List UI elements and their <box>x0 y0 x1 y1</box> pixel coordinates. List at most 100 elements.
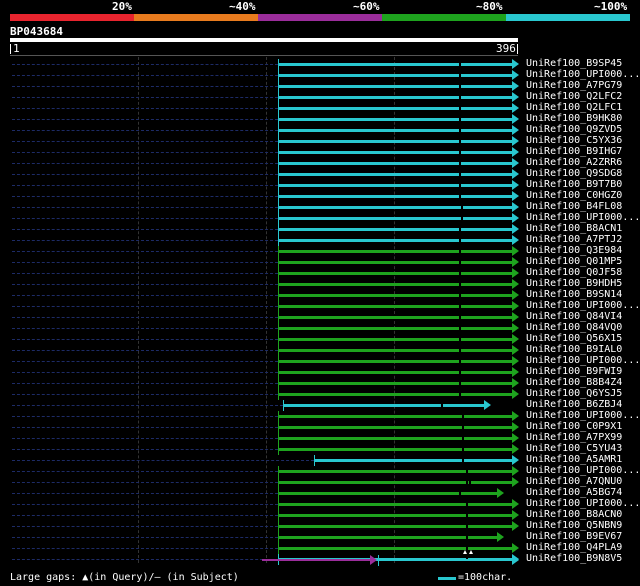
hit-bar[interactable] <box>278 114 519 125</box>
hit-bar[interactable] <box>278 136 519 147</box>
hit-label[interactable]: UniRef100_Q01MP5 <box>526 256 622 267</box>
hit-bar[interactable] <box>278 268 519 279</box>
partial-hit-bar[interactable] <box>262 555 377 565</box>
hit-label[interactable]: UniRef100_UPI000... <box>526 410 640 421</box>
hit-bar[interactable] <box>278 477 519 488</box>
hit-label[interactable]: UniRef100_Q4PLA9 <box>526 542 622 553</box>
arrow-icon <box>512 334 519 344</box>
hit-label[interactable]: UniRef100_UPI000... <box>526 212 640 223</box>
hit-label[interactable]: UniRef100_C5YX36 <box>526 135 622 146</box>
hit-label[interactable]: UniRef100_UPI000... <box>526 69 640 80</box>
hit-bar[interactable] <box>278 422 519 433</box>
hit-bar[interactable] <box>278 499 519 510</box>
hit-bar[interactable] <box>278 521 519 532</box>
query-title[interactable]: BP043684 <box>10 25 63 38</box>
hit-bar[interactable] <box>278 488 504 499</box>
unaligned-region <box>12 482 278 484</box>
hit-label[interactable]: UniRef100_Q56X15 <box>526 333 622 344</box>
hit-bar[interactable] <box>278 59 519 70</box>
hit-bar[interactable] <box>278 356 519 367</box>
hit-bar[interactable] <box>278 301 519 312</box>
hit-bar[interactable] <box>314 455 519 466</box>
hit-bar[interactable] <box>278 158 519 169</box>
hit-bar[interactable] <box>278 147 519 158</box>
hit-bar[interactable] <box>278 70 519 81</box>
hit-bar[interactable] <box>278 235 519 246</box>
hit-label[interactable]: UniRef100_Q5NBN9 <box>526 520 622 531</box>
hit-bar[interactable] <box>283 400 491 411</box>
hit-label[interactable]: UniRef100_B9FWI9 <box>526 366 622 377</box>
hit-label[interactable]: UniRef100_B9T7B0 <box>526 179 622 190</box>
hit-label[interactable]: UniRef100_UPI000... <box>526 300 640 311</box>
hit-label[interactable]: UniRef100_Q2LFC2 <box>526 91 622 102</box>
hit-bar[interactable] <box>278 510 519 521</box>
hit-label[interactable]: UniRef100_A7PG79 <box>526 80 622 91</box>
hit-bar[interactable] <box>278 257 519 268</box>
hit-label[interactable]: UniRef100_Q0JF58 <box>526 267 622 278</box>
hit-label[interactable]: UniRef100_UPI000... <box>526 465 640 476</box>
hit-label[interactable]: UniRef100_B9IAL0 <box>526 344 622 355</box>
hit-label[interactable]: UniRef100_B9EV67 <box>526 531 622 542</box>
hit-label[interactable]: UniRef100_C5YU43 <box>526 443 622 454</box>
unaligned-region <box>12 185 278 187</box>
hit-bar[interactable] <box>278 224 519 235</box>
hit-label[interactable]: UniRef100_B9SP45 <box>526 58 622 69</box>
hit-label[interactable]: UniRef100_B8B4Z4 <box>526 377 622 388</box>
hit-label[interactable]: UniRef100_Q9SDG8 <box>526 168 622 179</box>
hit-bar[interactable] <box>278 92 519 103</box>
hit-bar[interactable] <box>278 532 504 543</box>
hit-label[interactable]: UniRef100_A7PTJ2 <box>526 234 622 245</box>
hit-label[interactable]: UniRef100_UPI000... <box>526 355 640 366</box>
hit-label[interactable]: UniRef100_Q6YSJ5 <box>526 388 622 399</box>
hit-bar[interactable] <box>278 466 519 477</box>
hit-bar[interactable] <box>278 279 519 290</box>
hit-bar[interactable] <box>278 323 519 334</box>
hit-label[interactable]: UniRef100_A7QNU0 <box>526 476 622 487</box>
hit-label[interactable]: UniRef100_B6ZBJ4 <box>526 399 622 410</box>
hit-bar[interactable] <box>278 103 519 114</box>
hit-bar[interactable] <box>278 389 519 400</box>
hit-start-marker <box>278 323 279 334</box>
partial-hit-bar[interactable] <box>378 555 519 566</box>
hit-label[interactable]: UniRef100_A2ZRR6 <box>526 157 622 168</box>
hit-bar[interactable] <box>278 169 519 180</box>
hit-label[interactable]: UniRef100_Q9ZVD5 <box>526 124 622 135</box>
hit-label[interactable]: UniRef100_B9HK80 <box>526 113 622 124</box>
hit-bar[interactable] <box>278 312 519 323</box>
hit-label[interactable]: UniRef100_UPI000... <box>526 498 640 509</box>
hit-bar[interactable] <box>278 444 519 455</box>
hit-label[interactable]: UniRef100_B9IHG7 <box>526 146 622 157</box>
hit-bar[interactable] <box>278 191 519 202</box>
hit-bar[interactable] <box>278 433 519 444</box>
hit-bar[interactable] <box>278 125 519 136</box>
hit-label[interactable]: UniRef100_A7PX99 <box>526 432 622 443</box>
hit-label[interactable]: UniRef100_C0HGZ0 <box>526 190 622 201</box>
hit-bar[interactable] <box>278 543 519 554</box>
hit-bar[interactable] <box>278 345 519 356</box>
hit-bar[interactable] <box>278 290 519 301</box>
hit-label[interactable]: UniRef100_Q84VI4 <box>526 311 622 322</box>
arrow-icon <box>512 555 519 565</box>
hit-bar[interactable] <box>278 378 519 389</box>
hit-label[interactable]: UniRef100_Q3E984 <box>526 245 622 256</box>
hit-bar[interactable] <box>278 246 519 257</box>
hit-label[interactable]: UniRef100_B4FL08 <box>526 201 622 212</box>
hit-bar[interactable] <box>278 202 519 213</box>
hit-label[interactable]: UniRef100_A5BG74 <box>526 487 622 498</box>
hit-label[interactable]: UniRef100_A5AMR1 <box>526 454 622 465</box>
hit-label[interactable]: UniRef100_C0P9X1 <box>526 421 622 432</box>
hit-label[interactable]: UniRef100_B9SN14 <box>526 289 622 300</box>
hit-bar[interactable] <box>278 180 519 191</box>
hit-label[interactable]: UniRef100_B9HDH5 <box>526 278 622 289</box>
subject-gap <box>462 459 464 462</box>
hit-bar[interactable] <box>278 81 519 92</box>
hit-bar[interactable] <box>278 411 519 422</box>
hit-label[interactable]: UniRef100_B8ACN0 <box>526 509 622 520</box>
hit-bar[interactable] <box>278 367 519 378</box>
hit-label[interactable]: UniRef100_B9N8V5 <box>526 553 622 564</box>
hit-label[interactable]: UniRef100_Q84VQ0 <box>526 322 622 333</box>
hit-bar[interactable] <box>278 334 519 345</box>
hit-label[interactable]: UniRef100_Q2LFC1 <box>526 102 622 113</box>
hit-bar[interactable] <box>278 213 519 224</box>
hit-label[interactable]: UniRef100_B8ACN1 <box>526 223 622 234</box>
